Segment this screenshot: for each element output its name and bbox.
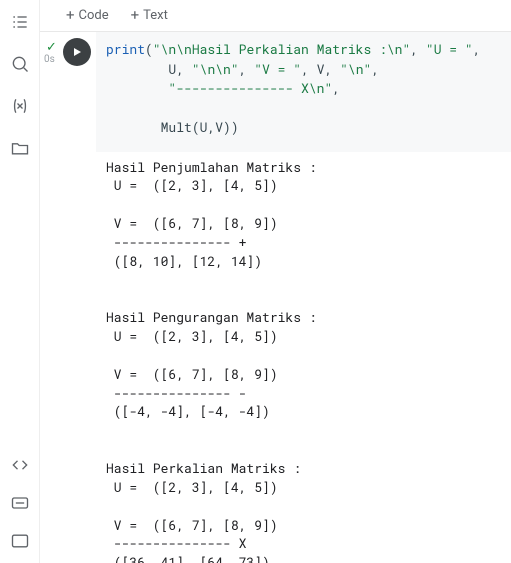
- code-token: "--------------- X\n": [168, 79, 332, 97]
- search-icon[interactable]: [8, 52, 32, 76]
- add-text-label: Text: [143, 8, 168, 23]
- command-palette-icon[interactable]: [8, 491, 32, 515]
- exec-time: 0s: [44, 54, 55, 65]
- main: + Code + Text ✓ 0s print("\n\nHasil Perk…: [40, 0, 511, 563]
- code-token: "U = ": [426, 40, 473, 58]
- code-editor[interactable]: print("\n\nHasil Perkalian Matriks :\n",…: [96, 32, 511, 152]
- code-cell: ✓ 0s print("\n\nHasil Perkalian Matriks …: [40, 32, 511, 563]
- add-code-label: Code: [79, 8, 109, 23]
- code-token: print: [106, 40, 145, 58]
- cell-gutter: ✓ 0s: [40, 32, 96, 152]
- check-icon: ✓: [46, 40, 57, 55]
- toc-icon[interactable]: [8, 10, 32, 34]
- code-token: "\n\n": [192, 60, 239, 78]
- code-token: "V = ": [254, 60, 301, 78]
- code-token: Mult(U,V)): [161, 118, 239, 136]
- cell-area[interactable]: ✓ 0s print("\n\nHasil Perkalian Matriks …: [40, 32, 511, 563]
- code-token: V: [317, 60, 325, 78]
- variables-icon[interactable]: [8, 94, 32, 118]
- code-token: "\n\nHasil Perkalian Matriks :\n": [153, 40, 410, 58]
- left-rail: [0, 0, 40, 563]
- cell-output: Hasil Penjumlahan Matriks : U = ([2, 3],…: [96, 152, 511, 563]
- code-snippets-icon[interactable]: [8, 453, 32, 477]
- code-token: "\n": [340, 60, 371, 78]
- plus-icon: +: [131, 8, 140, 23]
- folder-icon[interactable]: [8, 136, 32, 160]
- add-text-button[interactable]: + Text: [123, 4, 176, 27]
- plus-icon: +: [66, 8, 75, 23]
- terminal-icon[interactable]: [8, 529, 32, 553]
- add-code-button[interactable]: + Code: [58, 4, 117, 27]
- run-button[interactable]: [63, 38, 91, 66]
- insert-toolbar: + Code + Text: [40, 0, 511, 32]
